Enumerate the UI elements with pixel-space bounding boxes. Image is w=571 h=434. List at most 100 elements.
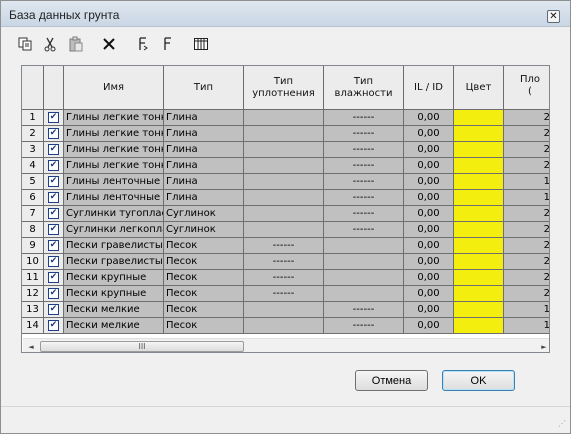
il-id-value[interactable]: 0,00 [404,286,454,302]
il-id-value[interactable]: 0,00 [404,254,454,270]
checkbox-icon[interactable]: ✔ [48,320,59,331]
moisture-type[interactable] [324,270,404,286]
scroll-left-icon[interactable]: ◄ [23,339,39,352]
compaction-type[interactable] [244,318,324,334]
row-checkbox[interactable]: ✔ [44,238,64,254]
soil-name[interactable]: Глины легкие тонк [64,110,164,126]
moisture-type[interactable]: ------ [324,206,404,222]
soil-name[interactable]: Глины ленточные [64,174,164,190]
density-value[interactable]: 1 [504,302,549,318]
color-swatch[interactable] [454,302,504,318]
header-compaction[interactable]: Тип уплотнения [244,66,324,110]
density-value[interactable]: 2 [504,126,549,142]
density-value[interactable]: 2 [504,142,549,158]
checkbox-icon[interactable]: ✔ [48,240,59,251]
checkbox-icon[interactable]: ✔ [48,128,59,139]
color-swatch[interactable] [454,158,504,174]
il-id-value[interactable]: 0,00 [404,238,454,254]
row-checkbox[interactable]: ✔ [44,174,64,190]
il-id-value[interactable]: 0,00 [404,206,454,222]
row-checkbox[interactable]: ✔ [44,206,64,222]
table-row[interactable]: 7 ✔ Суглинки тугоплас Суглинок ------ 0,00 2 [22,206,549,222]
il-id-value[interactable]: 0,00 [404,318,454,334]
scroll-right-icon[interactable]: ► [536,339,549,352]
checkbox-icon[interactable]: ✔ [48,256,59,267]
il-id-value[interactable]: 0,00 [404,174,454,190]
horizontal-scrollbar[interactable]: ◄ III ► [23,338,549,352]
soil-name[interactable]: Суглинки тугоплас [64,206,164,222]
il-id-value[interactable]: 0,00 [404,142,454,158]
soil-type[interactable]: Песок [164,302,244,318]
compaction-type[interactable] [244,190,324,206]
table-row[interactable]: 11 ✔ Пески крупные Песок ------ 0,00 2 [22,270,549,286]
row-checkbox[interactable]: ✔ [44,190,64,206]
soil-name[interactable]: Глины легкие тонк [64,126,164,142]
color-swatch[interactable] [454,318,504,334]
checkbox-icon[interactable]: ✔ [48,176,59,187]
soil-name[interactable]: Глины легкие тонк [64,142,164,158]
table-row[interactable]: 2 ✔ Глины легкие тонк Глина ------ 0,00 2 [22,126,549,142]
row-checkbox[interactable]: ✔ [44,222,64,238]
color-swatch[interactable] [454,238,504,254]
table-row[interactable]: 12 ✔ Пески крупные Песок ------ 0,00 2 [22,286,549,302]
compaction-type[interactable] [244,142,324,158]
title-bar[interactable]: База данных грунта ✕ [1,1,570,27]
soil-type[interactable]: Песок [164,270,244,286]
row-checkbox[interactable]: ✔ [44,254,64,270]
compaction-type[interactable] [244,126,324,142]
cancel-button[interactable]: Отмена [355,370,428,391]
density-value[interactable]: 1 [504,174,549,190]
header-name[interactable]: Имя [64,66,164,110]
moisture-type[interactable]: ------ [324,318,404,334]
soil-type[interactable]: Глина [164,142,244,158]
close-button[interactable]: ✕ [547,10,560,23]
soil-name[interactable]: Глины ленточные [64,190,164,206]
il-id-value[interactable]: 0,00 [404,158,454,174]
soil-type[interactable]: Песок [164,254,244,270]
moisture-type[interactable]: ------ [324,174,404,190]
il-id-value[interactable]: 0,00 [404,270,454,286]
color-swatch[interactable] [454,126,504,142]
checkbox-icon[interactable]: ✔ [48,160,59,171]
compaction-type[interactable] [244,174,324,190]
color-swatch[interactable] [454,286,504,302]
compaction-type[interactable]: ------ [244,270,324,286]
density-value[interactable]: 2 [504,222,549,238]
table-row[interactable]: 14 ✔ Пески мелкие Песок ------ 0,00 1 [22,318,549,334]
compaction-type[interactable]: ------ [244,254,324,270]
color-swatch[interactable] [454,174,504,190]
soil-type[interactable]: Глина [164,158,244,174]
insert-row-button[interactable] [133,34,153,54]
density-value[interactable]: 1 [504,318,549,334]
cut-button[interactable] [40,34,60,54]
il-id-value[interactable]: 0,00 [404,110,454,126]
row-checkbox[interactable]: ✔ [44,142,64,158]
soil-type[interactable]: Глина [164,110,244,126]
table-row[interactable]: 5 ✔ Глины ленточные Глина ------ 0,00 1 [22,174,549,190]
table-row[interactable]: 9 ✔ Пески гравелисты Песок ------ 0,00 2 [22,238,549,254]
compaction-type[interactable] [244,158,324,174]
color-swatch[interactable] [454,206,504,222]
soil-type[interactable]: Песок [164,238,244,254]
soil-type[interactable]: Суглинок [164,206,244,222]
soil-name[interactable]: Пески крупные [64,286,164,302]
row-checkbox[interactable]: ✔ [44,158,64,174]
il-id-value[interactable]: 0,00 [404,222,454,238]
moisture-type[interactable]: ------ [324,190,404,206]
color-swatch[interactable] [454,142,504,158]
table-row[interactable]: 10 ✔ Пески гравелисты Песок ------ 0,00 2 [22,254,549,270]
table-row[interactable]: 4 ✔ Глины легкие тонк Глина ------ 0,00 2 [22,158,549,174]
ok-button[interactable]: OK [442,370,515,391]
moisture-type[interactable]: ------ [324,302,404,318]
color-swatch[interactable] [454,222,504,238]
soil-type[interactable]: Песок [164,318,244,334]
density-value[interactable]: 2 [504,206,549,222]
header-color[interactable]: Цвет [454,66,504,110]
moisture-type[interactable]: ------ [324,110,404,126]
soil-type[interactable]: Глина [164,126,244,142]
resize-grip-icon[interactable]: ⋰ [556,419,566,429]
color-swatch[interactable] [454,270,504,286]
moisture-type[interactable]: ------ [324,222,404,238]
table-row[interactable]: 3 ✔ Глины легкие тонк Глина ------ 0,00 2 [22,142,549,158]
checkbox-icon[interactable]: ✔ [48,144,59,155]
